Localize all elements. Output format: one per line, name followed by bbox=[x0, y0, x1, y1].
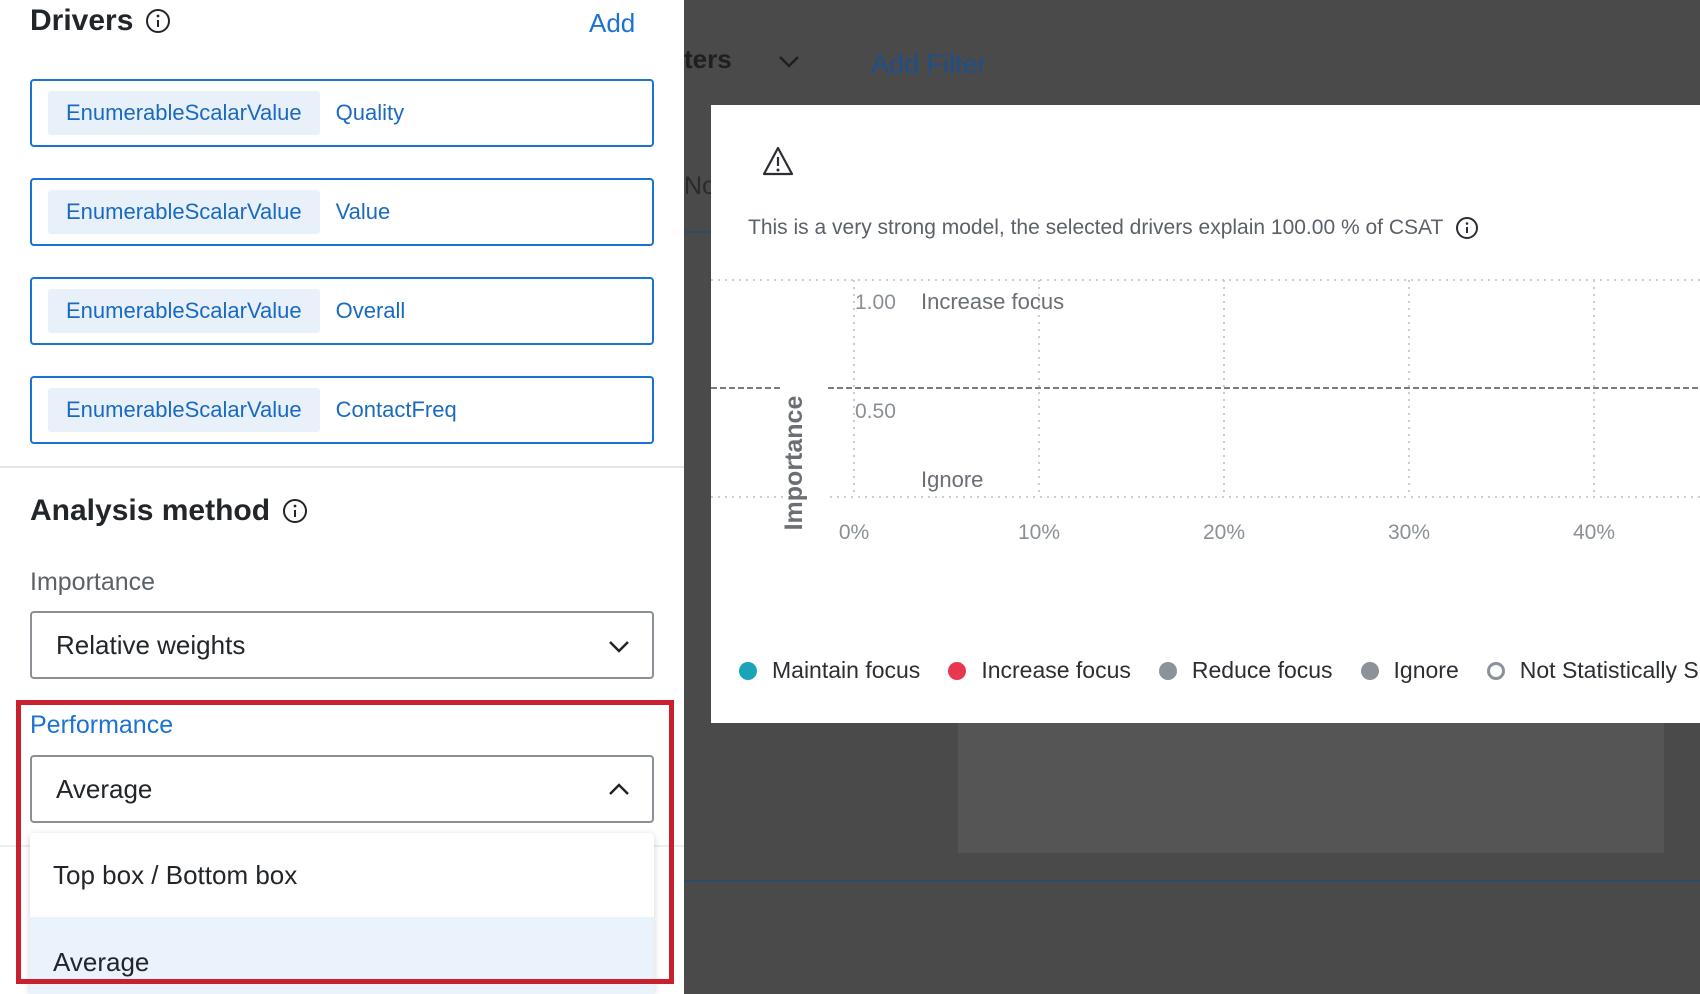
legend-label: Increase focus bbox=[981, 657, 1131, 683]
importance-performance-chart: 1.00 0.50 0% 10% 20% 30% 40% Importance Incre… bbox=[711, 279, 1700, 575]
x-tick-label: 0% bbox=[839, 521, 869, 544]
quadrant-label-ignore: Ignore bbox=[921, 467, 983, 492]
legend-item: Ignore bbox=[1360, 657, 1459, 684]
importance-selected-value: Relative weights bbox=[56, 629, 246, 660]
legend-label: Ignore bbox=[1393, 657, 1459, 683]
legend-item: Reduce focus bbox=[1158, 657, 1333, 684]
x-tick-label: 20% bbox=[1203, 521, 1245, 544]
x-tick-label: 30% bbox=[1388, 521, 1430, 544]
legend-item: Increase focus bbox=[948, 657, 1131, 684]
analysis-method-heading: Analysis method bbox=[30, 494, 308, 528]
driver-name: Value bbox=[335, 199, 391, 224]
add-driver-button[interactable]: Add bbox=[589, 8, 635, 39]
filters-label: ters bbox=[684, 44, 732, 74]
add-filter-link[interactable]: Add Filter bbox=[871, 49, 987, 80]
chart-legend: Maintain focus Increase focus Reduce focus… bbox=[739, 657, 1700, 684]
legend-item: Maintain focus bbox=[739, 657, 920, 684]
driver-name: Quality bbox=[335, 100, 405, 125]
legend-marker bbox=[1158, 661, 1177, 680]
y-axis-label: Importance bbox=[780, 396, 808, 531]
importance-select[interactable]: Relative weights bbox=[30, 611, 654, 679]
info-circle-icon[interactable] bbox=[282, 498, 308, 524]
y-tick-label: 1.00 bbox=[855, 291, 896, 314]
info-circle-icon[interactable] bbox=[145, 8, 171, 34]
drivers-heading: Drivers bbox=[30, 4, 171, 38]
driver-name: Overall bbox=[335, 298, 406, 323]
section-divider bbox=[0, 466, 684, 468]
driver-item-quality[interactable]: EnumerableScalarValue Quality bbox=[30, 79, 654, 147]
drivers-title: Drivers bbox=[30, 4, 134, 37]
tab-underline bbox=[684, 231, 714, 233]
legend-label: Reduce focus bbox=[1191, 657, 1333, 683]
driver-item-value[interactable]: EnumerableScalarValue Value bbox=[30, 178, 654, 246]
driver-name: ContactFreq bbox=[335, 397, 457, 422]
highlight-annotation-box bbox=[16, 700, 674, 984]
driver-item-overall[interactable]: EnumerableScalarValue Overall bbox=[30, 277, 654, 345]
quadrant-label-increase-focus: Increase focus bbox=[921, 289, 1064, 314]
driver-type-tag: EnumerableScalarValue bbox=[48, 388, 320, 432]
legend-marker bbox=[1360, 661, 1379, 680]
driver-type-tag: EnumerableScalarValue bbox=[48, 289, 320, 333]
legend-marker bbox=[739, 661, 757, 680]
legend-label: Not Statistically Sig bbox=[1519, 657, 1700, 683]
driver-item-contactfreq[interactable]: EnumerableScalarValue ContactFreq bbox=[30, 376, 654, 444]
legend-item: Not Statistically Sig bbox=[1486, 657, 1700, 684]
x-tick-label: 40% bbox=[1573, 521, 1615, 544]
background-divider bbox=[684, 880, 1700, 882]
legend-marker bbox=[1486, 661, 1505, 680]
analysis-method-title: Analysis method bbox=[30, 494, 271, 527]
x-tick-label: 10% bbox=[1018, 521, 1060, 544]
chevron-down-icon bbox=[609, 641, 629, 653]
driver-type-tag: EnumerableScalarValue bbox=[48, 91, 320, 135]
legend-label: Maintain focus bbox=[772, 657, 921, 683]
y-tick-label: 0.50 bbox=[855, 400, 896, 423]
importance-label: Importance bbox=[30, 568, 156, 596]
chevron-down-icon[interactable] bbox=[776, 50, 802, 72]
model-dialog: This is a very strong model, the selecte… bbox=[711, 105, 1700, 723]
driver-type-tag: EnumerableScalarValue bbox=[48, 190, 320, 234]
legend-marker bbox=[948, 661, 967, 680]
